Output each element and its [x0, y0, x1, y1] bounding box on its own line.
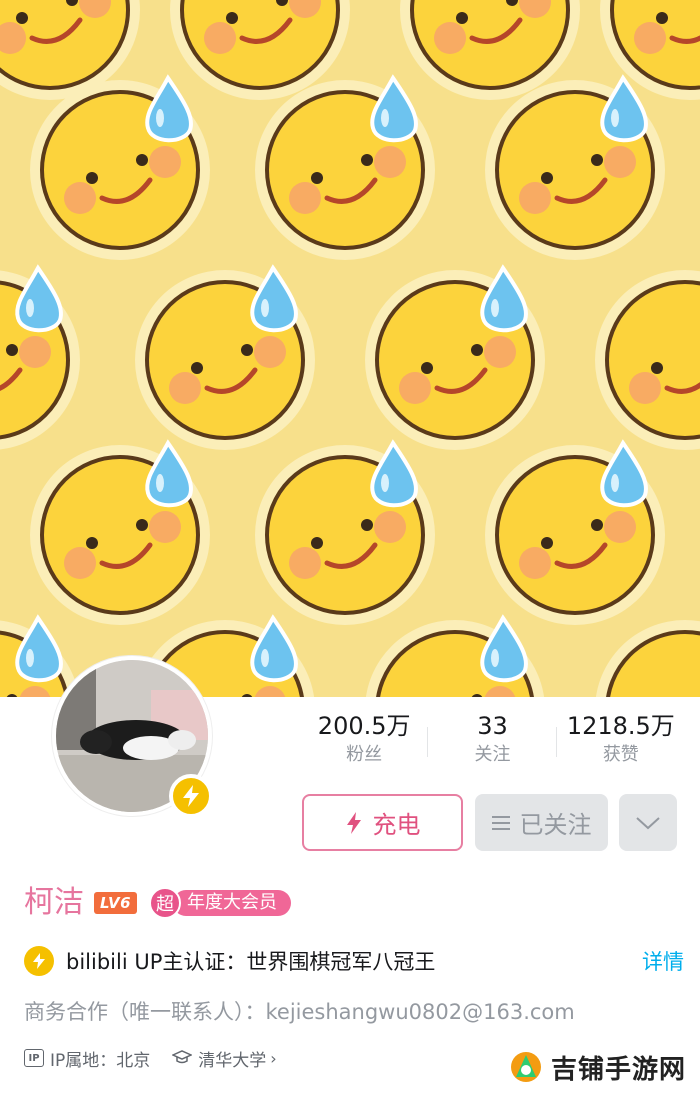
ip-icon: IP	[24, 1049, 44, 1067]
stat-value: 33	[477, 712, 508, 740]
stat-value: 200.5万	[317, 712, 411, 740]
chevron-right-icon: ›	[270, 1048, 277, 1068]
emoji-pattern	[0, 0, 700, 697]
sweat-smile-emoji	[255, 439, 435, 625]
sweat-smile-emoji	[30, 439, 210, 625]
sweat-smile-emoji	[135, 264, 315, 450]
stats-bar: 200.5万 粉丝 33 关注 1218.5万 获赞	[300, 711, 685, 771]
ip-location: IP属地：北京	[50, 1050, 151, 1071]
watermark-logo-icon	[510, 1052, 541, 1082]
lightning-icon	[346, 811, 361, 834]
certification-detail-link[interactable]: 详情	[642, 946, 684, 976]
stat-fans[interactable]: 200.5万 粉丝	[300, 711, 429, 771]
vip-badge[interactable]: 超 年度大会员	[149, 887, 291, 919]
name-row: 柯洁 LV6 超 年度大会员	[24, 883, 291, 923]
stat-value: 1218.5万	[566, 712, 675, 740]
charge-button[interactable]: 充电	[302, 794, 463, 851]
follow-button[interactable]: 已关注	[475, 794, 608, 851]
profile-section: 200.5万 粉丝 33 关注 1218.5万 获赞 充电 已关注 柯洁 LV6…	[0, 656, 700, 1094]
chevron-down-icon	[636, 816, 660, 829]
meta-row: IP IP属地：北京 清华大学 ›	[24, 1043, 277, 1073]
avatar-container[interactable]	[52, 656, 213, 818]
lightning-icon	[33, 953, 45, 969]
watermark-text: 吉铺手游网	[550, 1054, 686, 1085]
sweat-smile-emoji	[30, 74, 210, 260]
vip-label: 年度大会员	[173, 890, 291, 916]
sweat-smile-emoji	[255, 74, 435, 260]
certification-icon	[24, 946, 54, 976]
lightning-icon	[183, 785, 199, 807]
sweat-smile-emoji	[365, 614, 545, 697]
certification-text: bilibili UP主认证：世界围棋冠军八冠王	[66, 950, 436, 974]
sweat-smile-emoji	[595, 620, 700, 697]
sweat-smile-emoji	[365, 264, 545, 450]
stat-label: 获赞	[602, 744, 639, 765]
profile-banner	[0, 0, 700, 697]
stat-following[interactable]: 33 关注	[428, 711, 557, 771]
vip-super-icon: 超	[149, 887, 181, 919]
sweat-smile-emoji	[600, 0, 700, 100]
sweat-smile-emoji	[485, 439, 665, 625]
watermark: 吉铺手游网	[509, 1047, 686, 1087]
menu-icon	[491, 815, 510, 830]
stat-likes[interactable]: 1218.5万 获赞	[557, 711, 685, 771]
more-button[interactable]	[619, 794, 677, 851]
sweat-smile-emoji	[595, 270, 700, 450]
certification-row: bilibili UP主认证：世界围棋冠军八冠王 详情	[24, 943, 684, 979]
sweat-smile-emoji	[485, 74, 665, 260]
charge-label: 充电	[372, 811, 421, 839]
level-badge[interactable]: LV6	[94, 892, 137, 914]
graduation-cap-icon	[172, 1050, 193, 1064]
stat-label: 粉丝	[346, 744, 383, 765]
sweat-smile-emoji	[0, 264, 80, 450]
business-contact: 商务合作（唯一联系人）：kejieshangwu0802@163.com	[24, 1000, 575, 1024]
school-name: 清华大学	[198, 1050, 267, 1071]
stat-label: 关注	[474, 744, 511, 765]
username: 柯洁	[24, 885, 84, 920]
verified-badge	[169, 774, 213, 818]
follow-label: 已关注	[519, 811, 592, 839]
school-link[interactable]: 清华大学 ›	[172, 1046, 277, 1071]
